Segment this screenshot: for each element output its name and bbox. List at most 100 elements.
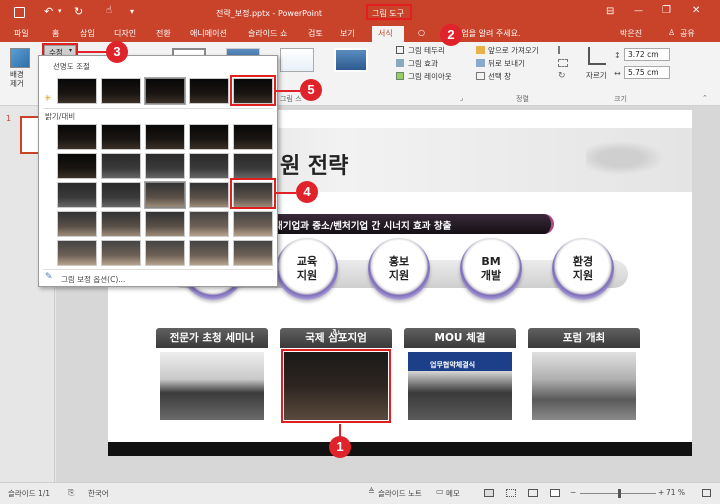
callout-badge-4: 4 xyxy=(296,181,318,203)
remove-background-icon[interactable] xyxy=(10,48,30,68)
tab-animations[interactable]: 애니메이션 xyxy=(190,28,227,39)
dropdown-arrow-icon[interactable]: ▾ xyxy=(58,7,62,15)
brightness-thumb-r4-c2[interactable] xyxy=(101,211,141,237)
photo-forum[interactable] xyxy=(532,352,636,420)
slide-sorter-icon[interactable] xyxy=(506,489,516,497)
bring-forward-button[interactable]: 앞으로 가져오기 xyxy=(488,45,539,56)
tab-review[interactable]: 검토 xyxy=(308,28,323,39)
touch-mode-icon[interactable]: ☝ xyxy=(106,5,112,16)
style-thumb-4[interactable] xyxy=(334,48,368,72)
dropdown-divider xyxy=(43,108,273,109)
redo-icon[interactable]: ↻ xyxy=(74,5,83,18)
brightness-thumb-r1-c2[interactable] xyxy=(101,124,141,150)
brightness-thumb-r4-c3[interactable] xyxy=(145,211,185,237)
dialog-launcher-icon[interactable]: ⌟ xyxy=(460,94,463,102)
share-button[interactable]: 공유 xyxy=(680,28,695,39)
selection-pane-button[interactable]: 선택 창 xyxy=(488,71,511,82)
brightness-thumb-r2-c2[interactable] xyxy=(101,153,141,179)
highlight-context-tab xyxy=(366,4,412,20)
minimize-button[interactable]: — xyxy=(634,6,643,16)
height-field[interactable]: 3.72 cm xyxy=(624,48,670,61)
brightness-thumb-r1-c4[interactable] xyxy=(189,124,229,150)
sharpness-thumb-3[interactable] xyxy=(144,77,186,105)
language[interactable]: 한국어 xyxy=(88,488,109,499)
width-icon: ↔ xyxy=(614,69,621,78)
user-name[interactable]: 박은진 xyxy=(620,28,642,39)
slideshow-icon[interactable] xyxy=(550,489,560,497)
picture-border-button[interactable]: 그림 테두리 xyxy=(408,45,445,56)
reading-view-icon[interactable] xyxy=(528,489,538,497)
brightness-thumb-r3-c2[interactable] xyxy=(101,182,141,208)
tell-me-box[interactable]: 작업을 알려 주세요. xyxy=(454,28,521,39)
spell-check-icon[interactable]: ⎘ xyxy=(68,488,74,498)
sharpness-thumb-2[interactable] xyxy=(101,78,141,104)
send-backward-button[interactable]: 뒤로 보내기 xyxy=(488,58,525,69)
slide-number: 1 xyxy=(6,114,12,123)
tab-format-label: 서식 xyxy=(378,29,393,38)
rotate-handle-icon[interactable]: ↻ xyxy=(332,328,340,339)
tab-file[interactable]: 파일 xyxy=(14,28,29,39)
brightness-thumb-r3-c3[interactable] xyxy=(144,181,186,209)
brightness-thumb-r2-c4[interactable] xyxy=(189,153,229,179)
zoom-out-button[interactable]: − xyxy=(570,488,576,497)
brightness-thumb-r5-c1[interactable] xyxy=(57,240,97,266)
brightness-thumb-r3-c1[interactable] xyxy=(57,182,97,208)
brightness-thumb-r4-c1[interactable] xyxy=(57,211,97,237)
bring-forward-icon xyxy=(476,46,485,54)
brightness-thumb-r2-c5[interactable] xyxy=(233,153,273,179)
brightness-thumb-r4-c5[interactable] xyxy=(233,211,273,237)
restore-button[interactable]: ❐ xyxy=(662,5,671,16)
brightness-thumb-r2-c3[interactable] xyxy=(145,153,185,179)
brightness-thumb-r2-c1[interactable] xyxy=(57,153,97,179)
zoom-in-button[interactable]: + xyxy=(658,488,664,497)
crop-button[interactable]: 자르기 xyxy=(586,70,607,81)
zoom-level[interactable]: 71 % xyxy=(666,488,685,497)
rotate-icon[interactable]: ↻ xyxy=(558,71,566,81)
tab-format[interactable]: 서식 xyxy=(372,26,404,42)
correction-options-link[interactable]: 그림 보정 옵션(C)... xyxy=(61,274,125,285)
brightness-thumb-r1-c5[interactable] xyxy=(233,124,273,150)
collapse-ribbon-icon[interactable]: ⌃ xyxy=(702,94,708,102)
undo-icon[interactable]: ↶ xyxy=(44,5,53,18)
tab-insert[interactable]: 삽입 xyxy=(80,28,95,39)
style-thumb-3[interactable] xyxy=(280,48,314,72)
sharpness-thumb-4[interactable] xyxy=(189,78,229,104)
tab-home[interactable]: 홈 xyxy=(52,28,59,39)
fit-slide-icon[interactable] xyxy=(702,489,711,497)
picture-effect-button[interactable]: 그림 효과 xyxy=(408,58,438,69)
close-button[interactable]: ✕ xyxy=(692,5,700,16)
picture-layout-button[interactable]: 그림 레이아웃 xyxy=(408,71,452,82)
normal-view-icon[interactable] xyxy=(484,489,494,497)
brightness-thumb-r5-c5[interactable] xyxy=(233,240,273,266)
callout-badge-5: 5 xyxy=(300,79,322,101)
zoom-slider-thumb[interactable] xyxy=(618,489,621,498)
align-icon[interactable] xyxy=(558,46,568,54)
sharpness-thumb-1[interactable] xyxy=(57,78,97,104)
correction-options-icon: ✎ xyxy=(45,272,53,282)
comments-button[interactable]: 메모 xyxy=(446,488,460,499)
customize-qat-icon[interactable]: ▾ xyxy=(130,7,134,16)
brightness-thumb-r5-c3[interactable] xyxy=(145,240,185,266)
brightness-thumb-r1-c1[interactable] xyxy=(57,124,97,150)
save-icon[interactable] xyxy=(14,7,25,18)
tab-transitions[interactable]: 전환 xyxy=(156,28,171,39)
group-icon[interactable] xyxy=(558,59,568,67)
brightness-thumb-r3-c4[interactable] xyxy=(189,182,229,208)
brightness-thumb-r4-c4[interactable] xyxy=(189,211,229,237)
tab-slideshow[interactable]: 슬라이드 쇼 xyxy=(248,28,287,39)
ribbon-options-icon[interactable]: ⊟ xyxy=(606,6,614,17)
crop-icon[interactable] xyxy=(588,47,606,65)
circle-education: 교육 지원 xyxy=(276,238,338,300)
tab-view[interactable]: 보기 xyxy=(340,28,355,39)
notes-button[interactable]: 슬라이드 노트 xyxy=(378,488,422,499)
brightness-header: 밝기/대비 xyxy=(45,112,76,121)
brightness-thumb-r1-c3[interactable] xyxy=(145,124,185,150)
brightness-thumb-r5-c4[interactable] xyxy=(189,240,229,266)
slide-title: 원 전략 xyxy=(280,148,348,180)
tab-design[interactable]: 디자인 xyxy=(114,28,136,39)
width-field[interactable]: 5.75 cm xyxy=(624,66,670,79)
brightness-thumb-r5-c2[interactable] xyxy=(101,240,141,266)
photo-mou[interactable]: 업무협약체결식 xyxy=(408,352,512,420)
zoom-slider[interactable] xyxy=(580,489,656,498)
photo-seminar[interactable] xyxy=(160,352,264,420)
